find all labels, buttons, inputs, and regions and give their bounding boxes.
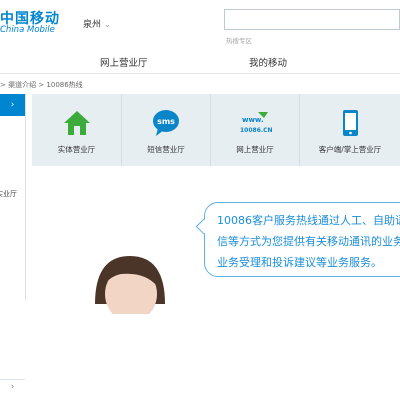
- sidebar-selected-item[interactable]: ›: [0, 94, 25, 116]
- mobile-phone-icon: [343, 110, 358, 136]
- channel-tile-web[interactable]: www. 10086.CN 网上营业厅: [211, 94, 300, 166]
- web-icon-text: www.: [242, 116, 264, 124]
- sms-icon-text: sms: [157, 117, 175, 126]
- channel-label: 客户端/掌上营业厅: [318, 145, 382, 154]
- nav-online-hall[interactable]: 网上营业厅: [100, 55, 148, 69]
- channel-tile-physical[interactable]: 实体营业厅: [32, 94, 122, 166]
- sidebar-item-hall[interactable]: 实业厅: [0, 189, 17, 199]
- breadcrumb[interactable]: > 渠道介绍 > 10086热线: [0, 80, 83, 90]
- search-input[interactable]: [224, 9, 400, 30]
- house-icon: [63, 111, 90, 135]
- channel-tile-sms[interactable]: sms 短信营业厅: [122, 94, 211, 166]
- customer-service-person-image: [95, 256, 165, 314]
- channel-grid: 实体营业厅 sms 短信营业厅 www. 10086.CN 网上营业厅 客户端/…: [32, 94, 400, 166]
- nav-divider: [0, 73, 400, 74]
- nav-my-mobile[interactable]: 我的移动: [249, 55, 287, 69]
- sidebar: › 实业厅 ›: [0, 94, 26, 392]
- web-hall-icon: www. 10086.CN: [240, 112, 273, 134]
- city-selector[interactable]: 泉州 ⌄: [83, 17, 111, 30]
- channel-label: 实体营业厅: [57, 145, 96, 154]
- sms-icon: sms: [153, 110, 179, 136]
- chevron-down-icon: ⌄: [104, 20, 111, 29]
- city-label: 泉州: [83, 20, 102, 30]
- logo-subtitle: China Mobile: [0, 25, 55, 35]
- search-hot-label[interactable]: 热搜专区: [226, 35, 252, 45]
- bubble-line-1: 10086客户服务热线通过人工、自助语: [217, 214, 400, 227]
- channel-tile-app[interactable]: 客户端/掌上营业厅: [300, 94, 400, 166]
- bubble-line-2: 信等方式为您提供有关移动通讯的业务: [217, 235, 400, 248]
- channel-label: 网上营业厅: [236, 145, 274, 154]
- hotline-intro-bubble: 10086客户服务热线通过人工、自助语 信等方式为您提供有关移动通讯的业务 业务…: [195, 202, 400, 277]
- bubble-tail: [195, 218, 212, 235]
- bubble-line-3: 业务受理和投诉建议等业务服务。: [217, 256, 382, 269]
- web-icon-domain: 10086.CN: [240, 127, 273, 134]
- channel-label: 短信营业厅: [147, 145, 185, 154]
- sidebar-expand-arrow[interactable]: ›: [0, 379, 25, 395]
